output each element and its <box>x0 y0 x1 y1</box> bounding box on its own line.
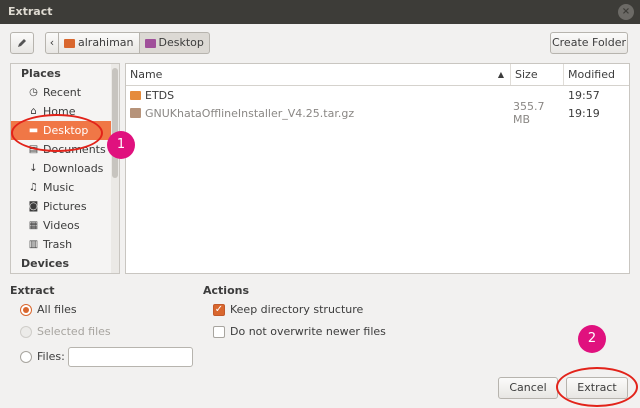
extract-button[interactable]: Extract <box>566 377 628 399</box>
cancel-button[interactable]: Cancel <box>498 377 558 399</box>
sidebar-item-trash[interactable]: ▥ Trash <box>11 235 119 254</box>
do-not-overwrite-checkbox[interactable]: Do not overwrite newer files <box>213 325 386 338</box>
sort-ascending-icon: ▲ <box>497 70 504 79</box>
pencil-icon <box>18 39 26 47</box>
column-modified[interactable]: Modified <box>564 64 624 85</box>
music-icon: ♫ <box>29 182 38 193</box>
column-size[interactable]: Size <box>511 64 564 85</box>
trash-icon: ▥ <box>28 239 39 250</box>
desktop-folder-icon: ▬ <box>28 125 39 136</box>
path-bar: ‹ alrahiman Desktop <box>45 32 210 54</box>
scrollbar-thumb[interactable] <box>112 68 118 178</box>
actions-heading: Actions <box>203 284 249 297</box>
places-sidebar: Places ◷ Recent ⌂ Home ▬ Desktop ▤ Documents… <box>10 63 120 274</box>
sidebar-scrollbar[interactable] <box>111 64 119 273</box>
keep-directory-structure-checkbox[interactable]: ✓ Keep directory structure <box>213 303 363 316</box>
clock-icon: ◷ <box>29 87 38 98</box>
sidebar-item-recent[interactable]: ◷ Recent <box>11 83 119 102</box>
extract-heading: Extract <box>10 284 55 297</box>
sidebar-item-downloads[interactable]: ↓ Downloads <box>11 159 119 178</box>
path-segment-alrahiman[interactable]: alrahiman <box>59 32 140 54</box>
all-files-radio[interactable]: All files <box>20 303 77 316</box>
window-title: Extract <box>8 5 53 18</box>
home-folder-icon <box>64 38 75 48</box>
selected-files-radio: Selected files <box>20 325 111 338</box>
step-badge-1: 1 <box>107 131 135 159</box>
step-badge-2: 2 <box>578 325 606 353</box>
file-row[interactable]: GNUKhataOfflineInstaller_V4.25.tar.gz 35… <box>126 100 629 126</box>
close-icon[interactable]: × <box>618 4 634 20</box>
title-bar: Extract × <box>0 0 640 24</box>
downloads-icon: ↓ <box>29 163 38 174</box>
sidebar-item-documents[interactable]: ▤ Documents <box>11 140 119 159</box>
desktop-folder-icon <box>144 38 156 48</box>
create-folder-button[interactable]: Create Folder <box>550 32 628 54</box>
files-pattern-input[interactable] <box>68 347 193 367</box>
home-icon: ⌂ <box>30 106 37 117</box>
file-list-header: Name ▲ Size Modified <box>126 64 629 86</box>
file-list: Name ▲ Size Modified ETDS 19:57 GNUKhataO… <box>125 63 630 274</box>
path-back-button[interactable]: ‹ <box>45 32 59 54</box>
path-segment-desktop[interactable]: Desktop <box>139 32 210 54</box>
sidebar-item-pictures[interactable]: ◙ Pictures <box>11 197 119 216</box>
folder-icon <box>130 90 141 100</box>
files-pattern-radio[interactable]: Files: <box>20 350 65 363</box>
documents-icon: ▤ <box>28 144 39 155</box>
sidebar-item-desktop[interactable]: ▬ Desktop <box>11 121 119 140</box>
sidebar-item-music[interactable]: ♫ Music <box>11 178 119 197</box>
devices-heading: Devices <box>21 257 70 270</box>
sidebar-item-home[interactable]: ⌂ Home <box>11 102 119 121</box>
archive-icon <box>130 108 141 118</box>
places-heading: Places <box>21 67 61 80</box>
videos-icon: ▦ <box>28 220 39 231</box>
sidebar-item-videos[interactable]: ▦ Videos <box>11 216 119 235</box>
column-name[interactable]: Name ▲ <box>126 64 511 85</box>
edit-location-button[interactable] <box>10 32 34 54</box>
pictures-icon: ◙ <box>28 201 39 212</box>
checkmark-icon: ✓ <box>213 303 225 316</box>
